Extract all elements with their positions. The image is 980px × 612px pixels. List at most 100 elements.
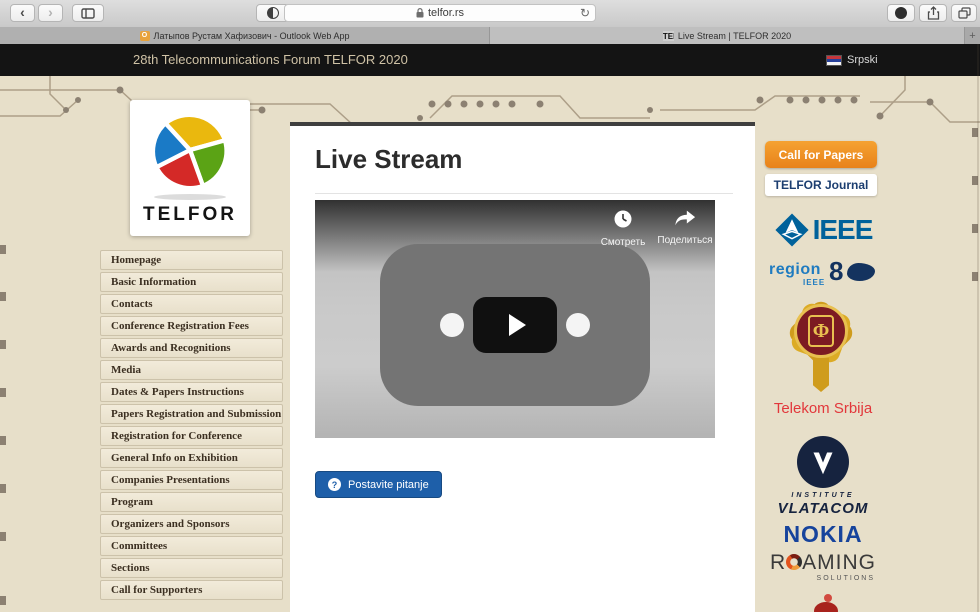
video-share-button[interactable]: Поделиться bbox=[647, 209, 715, 246]
seal-ribbon bbox=[813, 358, 829, 392]
url-text: telfor.rs bbox=[428, 7, 464, 19]
nav-item-conference-registration-fees[interactable]: Conference Registration Fees bbox=[100, 316, 283, 336]
region8-ieee-text: IEEE bbox=[803, 278, 825, 287]
nav-item-sections[interactable]: Sections bbox=[100, 558, 283, 578]
lock-icon bbox=[416, 8, 424, 18]
region8-number: 8 bbox=[829, 256, 843, 287]
mts-partial-logo[interactable] bbox=[812, 594, 852, 612]
forward-button[interactable]: › bbox=[38, 4, 63, 22]
vlatacom-circle-icon bbox=[797, 436, 849, 488]
share-icon bbox=[927, 6, 940, 20]
tab-overview-button[interactable] bbox=[951, 4, 977, 22]
nav-item-dates-papers-instructions[interactable]: Dates & Papers Instructions bbox=[100, 382, 283, 402]
telekom-srbija-label: Telekom Srbija bbox=[774, 400, 872, 417]
video-thumbnail-shape bbox=[380, 244, 650, 406]
site-header: 28th Telecommunications Forum TELFOR 202… bbox=[0, 44, 980, 76]
tab-title: Live Stream | TELFOR 2020 bbox=[678, 31, 791, 41]
outlook-favicon: O bbox=[140, 31, 150, 41]
mts-dot-small bbox=[824, 594, 832, 602]
vlatacom-name-text: VLATACOM bbox=[763, 500, 883, 517]
play-icon bbox=[509, 314, 526, 336]
clock-icon bbox=[613, 209, 633, 229]
call-for-papers-label: Call for Papers bbox=[779, 148, 864, 162]
nokia-label: NOKIA bbox=[783, 521, 862, 547]
roaming-wordmark: RAMING bbox=[760, 551, 886, 575]
tab-title: Латыпов Рустам Хафизович - Outlook Web A… bbox=[154, 31, 350, 41]
nav-item-committees[interactable]: Committees bbox=[100, 536, 283, 556]
vlatacom-logo[interactable]: INSTITUTE VLATACOM bbox=[763, 436, 883, 517]
nav-item-organizers-and-sponsors[interactable]: Organizers and Sponsors bbox=[100, 514, 283, 534]
tabs-icon bbox=[958, 7, 971, 19]
back-button[interactable]: ‹ bbox=[10, 4, 35, 22]
seal-phi-symbol: Φ bbox=[808, 315, 834, 347]
page-title: Live Stream bbox=[315, 144, 462, 175]
ieee-logo[interactable]: IEEE bbox=[763, 210, 883, 250]
etf-faculty-seal-logo[interactable]: Φ bbox=[789, 296, 853, 400]
language-label: Srpski bbox=[847, 54, 878, 66]
play-button[interactable] bbox=[473, 297, 557, 353]
sidebar-nav: Homepage Basic Information Contacts Conf… bbox=[100, 250, 283, 602]
telfor-wordmark: TELFOR bbox=[130, 204, 250, 226]
language-switch[interactable]: Srpski bbox=[826, 44, 878, 76]
nav-item-registration-for-conference[interactable]: Registration for Conference bbox=[100, 426, 283, 446]
telekom-srbija-logo[interactable]: Telekom Srbija bbox=[763, 400, 883, 417]
ieee-region8-logo[interactable]: region IEEE 8 bbox=[763, 259, 883, 293]
nav-item-media[interactable]: Media bbox=[100, 360, 283, 380]
nav-item-homepage[interactable]: Homepage bbox=[100, 250, 283, 270]
extension-icon bbox=[895, 7, 907, 19]
thumbnail-dot-left bbox=[440, 313, 464, 337]
seal-inner-circle: Φ bbox=[794, 304, 848, 358]
telfor-journal-button[interactable]: TELFOR Journal bbox=[765, 174, 877, 196]
tab-telfor-live-stream[interactable]: TELFOR Live Stream | TELFOR 2020 bbox=[490, 27, 965, 44]
share-button[interactable] bbox=[919, 4, 947, 22]
logo-shadow bbox=[154, 194, 226, 200]
ieee-wordmark: IEEE bbox=[813, 214, 873, 246]
safari-window: ‹ › telfor.rs ↻ bbox=[0, 0, 980, 612]
region8-region-text: region bbox=[769, 261, 821, 279]
nav-item-contacts[interactable]: Contacts bbox=[100, 294, 283, 314]
ask-question-label: Postavite pitanje bbox=[348, 479, 429, 491]
tab-outlook[interactable]: O Латыпов Рустам Хафизович - Outlook Web… bbox=[0, 27, 490, 44]
reload-icon[interactable]: ↻ bbox=[580, 6, 590, 20]
video-share-label: Поделиться bbox=[647, 235, 715, 246]
nokia-logo[interactable]: NOKIA bbox=[763, 521, 883, 548]
address-bar[interactable]: telfor.rs ↻ bbox=[284, 4, 596, 22]
forward-icon: › bbox=[48, 5, 53, 19]
telfor-logo-card[interactable]: TELFOR bbox=[130, 100, 250, 236]
nav-item-basic-information[interactable]: Basic Information bbox=[100, 272, 283, 292]
sidebar-icon bbox=[81, 8, 95, 19]
nav-item-papers-registration-submission[interactable]: Papers Registration and Submission bbox=[100, 404, 283, 424]
telfor-sphere-logo bbox=[147, 107, 233, 193]
serbian-flag-icon bbox=[826, 55, 842, 66]
ieee-diamond-icon bbox=[774, 212, 810, 248]
roaming-o-icon bbox=[786, 554, 802, 570]
roaming-solutions-logo[interactable]: RAMING SOLUTIONS bbox=[760, 551, 886, 582]
youtube-video-player[interactable]: Смотреть Поделиться bbox=[315, 200, 715, 438]
question-icon: ? bbox=[328, 478, 341, 491]
nav-item-general-info-exhibition[interactable]: General Info on Exhibition bbox=[100, 448, 283, 468]
nav-item-companies-presentations[interactable]: Companies Presentations bbox=[100, 470, 283, 490]
tab-strip: O Латыпов Рустам Хафизович - Outlook Web… bbox=[0, 27, 980, 44]
share-arrow-icon bbox=[674, 209, 696, 227]
region8-map-icon bbox=[847, 263, 875, 281]
nav-item-program[interactable]: Program bbox=[100, 492, 283, 512]
telfor-favicon: TELFOR bbox=[663, 31, 674, 41]
window-right-edge bbox=[977, 44, 979, 612]
extension-button[interactable] bbox=[887, 4, 915, 22]
flag-stripe-white bbox=[827, 62, 841, 65]
browser-toolbar: ‹ › telfor.rs ↻ bbox=[0, 0, 980, 28]
new-tab-button[interactable]: + bbox=[965, 27, 980, 44]
ask-question-button[interactable]: ? Postavite pitanje bbox=[315, 471, 442, 498]
mts-dot-large bbox=[814, 602, 838, 612]
plus-icon: + bbox=[969, 30, 975, 42]
call-for-papers-button[interactable]: Call for Papers bbox=[765, 141, 877, 168]
thumbnail-dot-right bbox=[566, 313, 590, 337]
roaming-solutions-text: SOLUTIONS bbox=[771, 575, 875, 582]
nav-item-awards-and-recognitions[interactable]: Awards and Recognitions bbox=[100, 338, 283, 358]
nav-item-call-for-supporters[interactable]: Call for Supporters bbox=[100, 580, 283, 600]
back-icon: ‹ bbox=[20, 5, 25, 19]
vlatacom-v-icon bbox=[806, 445, 840, 479]
vlatacom-institute-text: INSTITUTE bbox=[763, 492, 883, 499]
title-divider bbox=[315, 193, 733, 194]
sidebar-toggle-button[interactable] bbox=[72, 4, 104, 22]
